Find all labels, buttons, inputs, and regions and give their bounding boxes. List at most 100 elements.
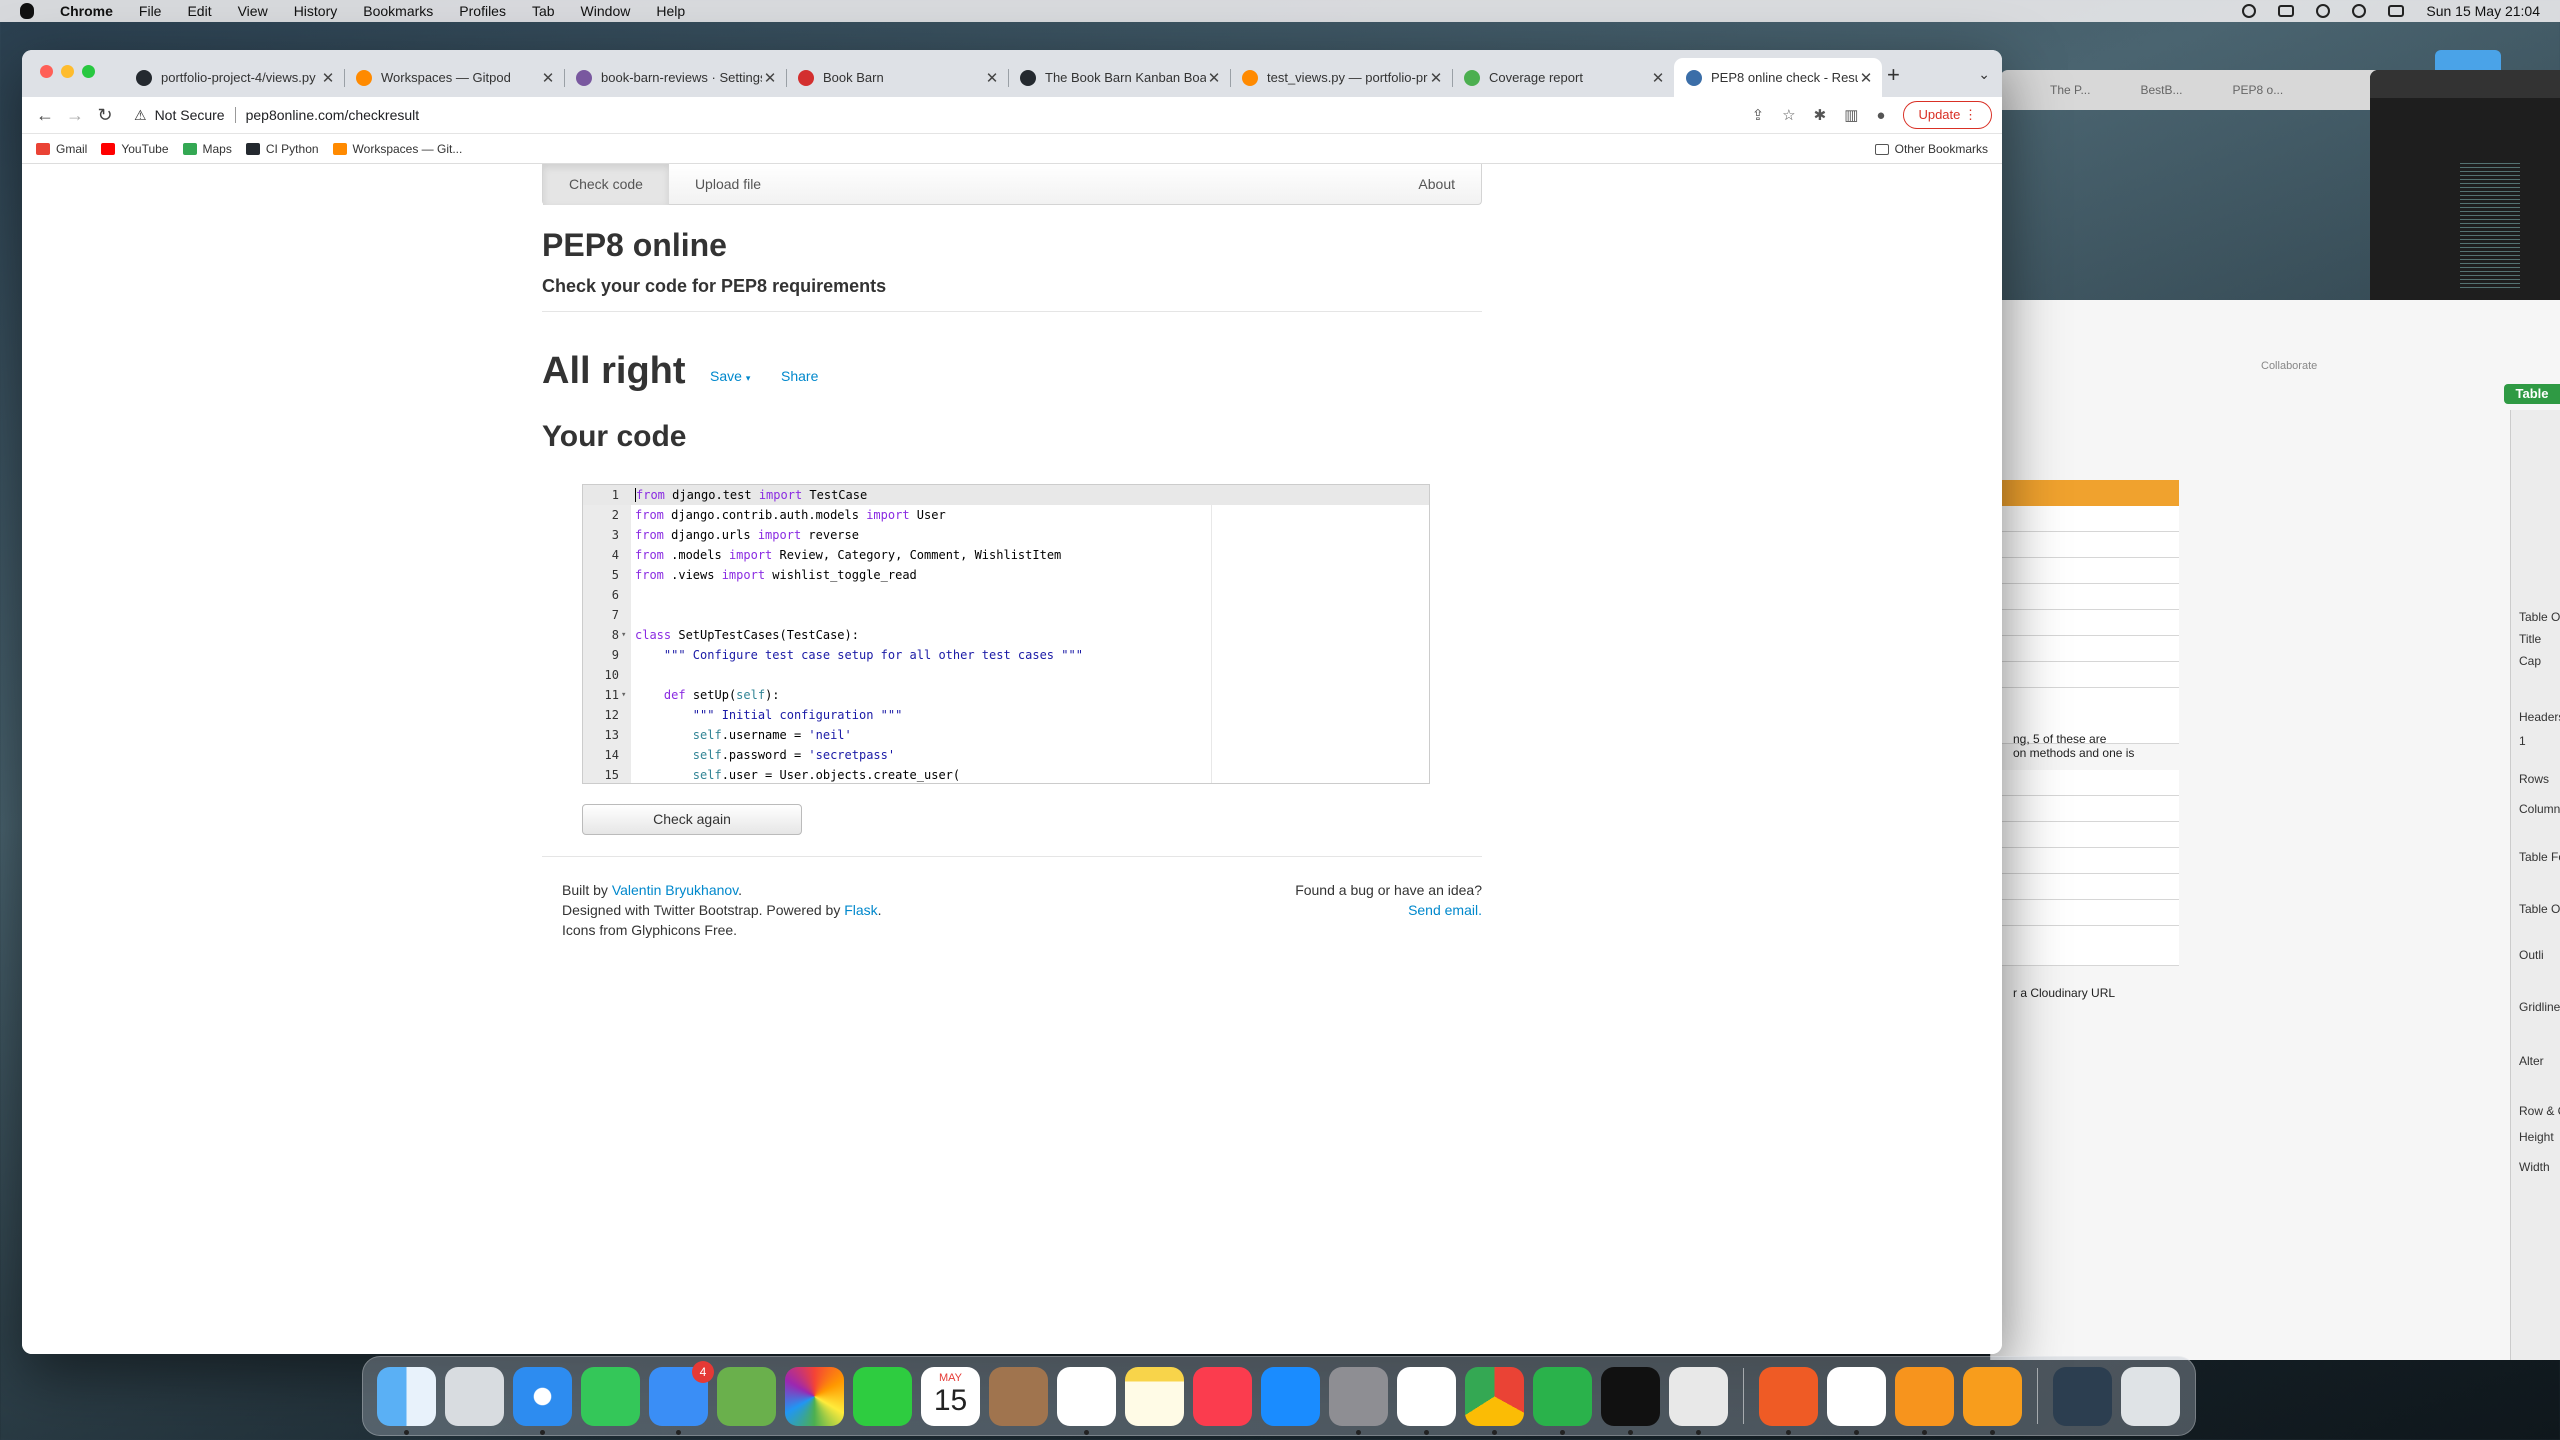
back-icon[interactable]: ← (30, 105, 60, 126)
url-text[interactable]: pep8online.com/checkresult (246, 107, 420, 123)
facetime-icon[interactable] (853, 1366, 912, 1426)
slack-icon[interactable] (1397, 1366, 1456, 1435)
menu-view[interactable]: View (238, 3, 268, 19)
launchpad-icon[interactable] (445, 1366, 504, 1426)
code-line[interactable]: 13 self.username = 'neil' (583, 725, 1429, 745)
share-page-icon[interactable]: ⇪ (1752, 106, 1765, 124)
table-row[interactable] (2001, 610, 2179, 636)
code-line[interactable]: 4 from .models import Review, Category, C… (583, 545, 1429, 565)
volume-icon[interactable] (2242, 4, 2257, 18)
close-tab-icon[interactable]: ✕ (762, 69, 778, 87)
trash-icon[interactable] (2121, 1366, 2180, 1426)
table-row[interactable] (2001, 532, 2179, 558)
chrome-icon[interactable] (1465, 1366, 1524, 1435)
tab-pep8-results[interactable]: PEP8 online check - Results ✕ (1674, 58, 1882, 97)
close-tab-icon[interactable]: ✕ (540, 69, 556, 87)
share-link[interactable]: Share (781, 368, 818, 384)
code-line[interactable]: 12 """ Initial configuration """ (583, 705, 1429, 725)
sidebar-label[interactable]: Title (2519, 632, 2541, 646)
menu-app-name[interactable]: Chrome (60, 3, 113, 19)
close-tab-icon[interactable]: ✕ (320, 69, 336, 87)
code-line[interactable]: 3 from django.urls import reverse (583, 525, 1429, 545)
table-row[interactable] (2001, 900, 2179, 926)
downloads-stack-icon[interactable] (2053, 1366, 2112, 1426)
code-editor[interactable]: 1 from django.test import TestCase 2 from d… (582, 484, 1430, 784)
bookmark-ci-python[interactable]: CI Python (245, 142, 319, 156)
background-tab[interactable]: PEP8 o... (2233, 83, 2284, 97)
code-line[interactable]: 2 from django.contrib.auth.models import … (583, 505, 1429, 525)
flask-link[interactable]: Flask (844, 902, 877, 918)
fold-arrow-icon[interactable]: ▾ (621, 625, 626, 645)
system-preferences-icon[interactable] (1329, 1366, 1388, 1435)
new-tab-icon[interactable]: + (1887, 62, 1900, 88)
menu-window[interactable]: Window (581, 3, 631, 19)
pages-icon[interactable] (1963, 1366, 2022, 1435)
nav-upload-file[interactable]: Upload file (669, 164, 787, 205)
bookmark-star-icon[interactable]: ☆ (1782, 106, 1795, 124)
messages-icon[interactable] (581, 1366, 640, 1426)
send-email-link[interactable]: Send email. (1408, 902, 1482, 918)
warning-icon[interactable]: ⚠ (134, 107, 147, 124)
numbers-icon[interactable] (1533, 1366, 1592, 1435)
update-button[interactable]: Update ⋮ (1903, 101, 1992, 129)
vscode-icon[interactable] (1827, 1366, 1886, 1435)
code-line[interactable]: 11 ▾ def setUp(self): (583, 685, 1429, 705)
close-tab-icon[interactable]: ✕ (1858, 69, 1874, 87)
close-tab-icon[interactable]: ✕ (1650, 69, 1666, 87)
calendar-icon[interactable]: MAY 15 (921, 1366, 980, 1426)
tab-gitpod-workspaces[interactable]: Workspaces — Gitpod ✕ (344, 58, 565, 97)
menu-history[interactable]: History (294, 3, 338, 19)
menu-help[interactable]: Help (656, 3, 685, 19)
table-format-button[interactable]: Table (2504, 384, 2560, 404)
menu-tab[interactable]: Tab (532, 3, 555, 19)
forward-icon[interactable]: → (60, 105, 90, 126)
collaborate-button[interactable]: Collaborate (2261, 360, 2317, 372)
tab-portfolio-views[interactable]: portfolio-project-4/views.py ✕ (124, 58, 345, 97)
code-line[interactable]: 10 (583, 665, 1429, 685)
tab-coverage-report[interactable]: Coverage report ✕ (1452, 58, 1674, 97)
extensions-icon[interactable]: ✱ (1814, 106, 1827, 124)
close-tab-icon[interactable]: ✕ (1428, 69, 1444, 87)
books-icon[interactable] (1895, 1366, 1954, 1435)
zoom-window-icon[interactable] (82, 65, 95, 78)
background-tab[interactable]: BestB... (2140, 83, 2182, 97)
menu-profiles[interactable]: Profiles (459, 3, 506, 19)
battery-icon[interactable] (2278, 5, 2295, 17)
table-row[interactable] (2001, 662, 2179, 688)
app-store-icon[interactable] (1261, 1366, 1320, 1426)
finder-icon[interactable] (377, 1366, 436, 1435)
code-line[interactable]: 14 self.password = 'secretpass' (583, 745, 1429, 765)
reminders-icon[interactable] (1057, 1366, 1116, 1435)
fold-arrow-icon[interactable]: ▾ (621, 685, 626, 705)
wifi-icon[interactable] (2316, 4, 2331, 18)
wireless-diagnostics-icon[interactable] (1759, 1366, 1818, 1435)
address-bar[interactable]: ⚠ Not Secure pep8online.com/checkresult (134, 100, 1774, 130)
sidebar-label[interactable]: Cap (2519, 654, 2541, 668)
activity-monitor-icon[interactable] (1601, 1366, 1660, 1435)
reload-icon[interactable]: ↻ (90, 105, 120, 126)
background-tab[interactable]: The P... (2050, 83, 2090, 97)
side-panel-icon[interactable]: ▥ (1844, 106, 1858, 124)
table-row[interactable] (2001, 506, 2179, 532)
table-row[interactable] (2001, 822, 2179, 848)
security-label[interactable]: Not Secure (155, 107, 225, 123)
code-line[interactable]: 7 (583, 605, 1429, 625)
contacts-icon[interactable] (989, 1366, 1048, 1426)
close-tab-icon[interactable]: ✕ (984, 69, 1000, 87)
nav-check-code[interactable]: Check code (543, 163, 669, 205)
tab-book-barn[interactable]: Book Barn ✕ (786, 58, 1009, 97)
code-line[interactable]: 9 """ Configure test case setup for all … (583, 645, 1429, 665)
bookmark-gmail[interactable]: Gmail (36, 142, 87, 156)
profile-avatar-icon[interactable]: ● (1876, 107, 1885, 124)
close-window-icon[interactable] (40, 65, 53, 78)
table-row[interactable] (2001, 584, 2179, 610)
search-icon[interactable] (2352, 4, 2367, 18)
check-again-button[interactable]: Check again (582, 804, 802, 835)
notes-icon[interactable] (1125, 1366, 1184, 1426)
control-center-icon[interactable] (2388, 5, 2405, 17)
maps-icon[interactable] (717, 1366, 776, 1426)
textedit-icon[interactable] (1669, 1366, 1728, 1435)
close-tab-icon[interactable]: ✕ (1206, 69, 1222, 87)
table-row[interactable] (2001, 796, 2179, 822)
sidebar-label[interactable]: Outli (2519, 948, 2544, 962)
